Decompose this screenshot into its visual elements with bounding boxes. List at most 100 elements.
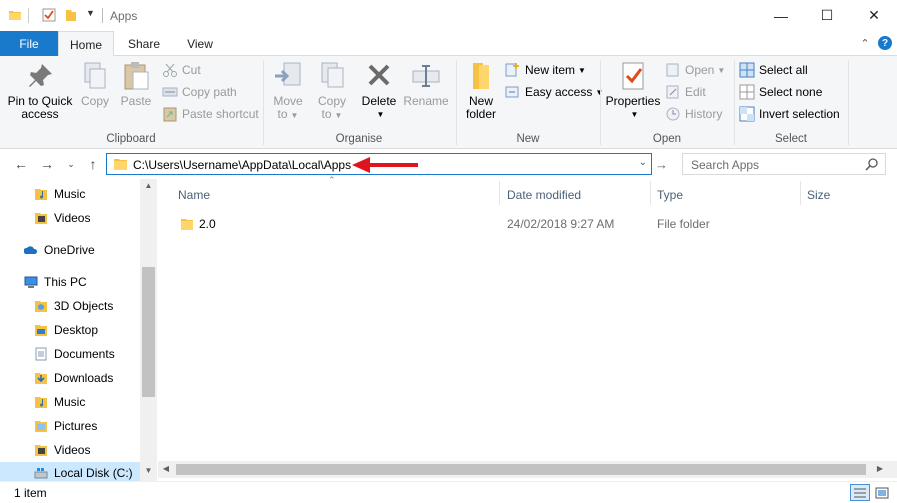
search-box[interactable]: Search Apps bbox=[682, 153, 886, 175]
new-item-button[interactable]: New item ▼ bbox=[505, 60, 586, 80]
delete-button[interactable]: Delete ▼ bbox=[358, 60, 400, 121]
copy-path-button[interactable]: Copy path bbox=[162, 82, 237, 102]
nav-item-label: Videos bbox=[54, 211, 91, 225]
open-icon bbox=[666, 63, 679, 77]
open-button[interactable]: Open ▼ bbox=[665, 60, 725, 80]
maximize-button[interactable]: ☐ bbox=[804, 0, 850, 31]
file-date-modified: 24/02/2018 9:27 AM bbox=[507, 217, 615, 231]
copy-to-label-2: to ▼ bbox=[321, 107, 343, 121]
nav-item-label: Documents bbox=[54, 347, 115, 361]
column-separator[interactable] bbox=[800, 181, 801, 205]
pin-to-quick-access-button[interactable]: Pin to Quick access bbox=[4, 60, 76, 121]
new-folder-button[interactable]: New folder bbox=[461, 60, 501, 121]
copy-path-label: Copy path bbox=[182, 85, 237, 99]
column-separator[interactable] bbox=[499, 181, 500, 205]
properties-button[interactable]: Properties ▼ bbox=[603, 60, 663, 121]
cut-button[interactable]: Cut bbox=[162, 60, 201, 80]
3d-objects-folder-icon bbox=[35, 301, 47, 312]
search-placeholder[interactable]: Search Apps bbox=[691, 158, 759, 172]
move-to-button[interactable]: Move to ▼ bbox=[268, 60, 308, 122]
search-icon[interactable] bbox=[865, 157, 879, 171]
scrollbar-thumb[interactable] bbox=[142, 267, 155, 397]
paste-button[interactable]: Paste bbox=[116, 60, 156, 108]
column-header-name[interactable]: Name bbox=[178, 184, 210, 206]
delete-dropdown-icon[interactable]: ▼ bbox=[377, 108, 385, 121]
invert-selection-button[interactable]: Invert selection bbox=[739, 104, 840, 124]
file-name: 2.0 bbox=[199, 217, 216, 231]
history-icon bbox=[666, 107, 680, 121]
nav-item-this-pc[interactable]: This PC bbox=[24, 271, 87, 293]
music-folder-icon bbox=[35, 189, 47, 200]
tab-view[interactable]: View bbox=[174, 31, 226, 56]
collapse-ribbon-icon[interactable]: ⌃ bbox=[858, 36, 872, 50]
edit-label: Edit bbox=[685, 85, 706, 99]
nav-item-downloads[interactable]: Downloads bbox=[34, 367, 113, 389]
horizontal-scrollbar[interactable]: ◀ ▶ bbox=[158, 461, 897, 478]
copy-to-button[interactable]: Copy to ▼ bbox=[312, 60, 352, 122]
close-button[interactable]: ✕ bbox=[851, 0, 897, 31]
minimize-button[interactable]: — bbox=[758, 0, 804, 31]
organise-group-label: Organise bbox=[335, 133, 383, 145]
recent-locations-chevron-icon[interactable]: ⌄ bbox=[64, 155, 78, 173]
help-icon[interactable]: ? bbox=[878, 36, 892, 50]
rename-button[interactable]: Rename bbox=[402, 60, 450, 108]
select-all-button[interactable]: Select all bbox=[739, 60, 808, 80]
rename-icon bbox=[412, 65, 440, 87]
tab-home[interactable]: Home bbox=[58, 31, 114, 57]
nav-item-3d-objects[interactable]: 3D Objects bbox=[34, 295, 113, 317]
scroll-left-arrow-icon[interactable]: ◀ bbox=[158, 464, 174, 473]
scroll-right-arrow-icon[interactable]: ▶ bbox=[872, 464, 888, 473]
nav-item-videos[interactable]: Videos bbox=[34, 207, 90, 229]
quick-access-separator bbox=[28, 8, 29, 23]
nav-item-pictures[interactable]: Pictures bbox=[34, 415, 97, 437]
select-none-button[interactable]: Select none bbox=[739, 82, 822, 102]
go-arrow-icon[interactable]: → bbox=[655, 157, 668, 172]
details-view-icon[interactable] bbox=[850, 484, 870, 501]
onedrive-icon bbox=[24, 246, 38, 254]
nav-item-music[interactable]: Music bbox=[34, 183, 85, 205]
address-row: ← → ⌄ ↑ C:\Users\Username\AppData\Local\… bbox=[0, 149, 897, 179]
large-icons-view-icon[interactable] bbox=[872, 484, 892, 501]
navigation-scrollbar[interactable]: ▲ ▼ bbox=[140, 179, 157, 481]
nav-item-music[interactable]: Music bbox=[34, 391, 85, 413]
nav-item-onedrive[interactable]: OneDrive bbox=[24, 239, 95, 261]
scroll-down-arrow-icon[interactable]: ▼ bbox=[140, 466, 157, 475]
back-arrow-icon[interactable]: ← bbox=[12, 155, 30, 173]
scroll-up-arrow-icon[interactable]: ▲ bbox=[140, 181, 157, 190]
properties-quick-icon[interactable] bbox=[42, 8, 56, 22]
videos-folder-icon bbox=[35, 213, 47, 224]
easy-access-label: Easy access bbox=[525, 85, 593, 99]
nav-item-label: Desktop bbox=[54, 323, 99, 337]
title-bar: ▼ Apps — ☐ ✕ bbox=[0, 0, 897, 31]
column-header-type[interactable]: Type bbox=[657, 184, 683, 206]
documents-folder-icon bbox=[35, 347, 47, 361]
ribbon-tabs: File Home Share View ⌃ ? bbox=[0, 31, 897, 57]
forward-arrow-icon[interactable]: → bbox=[38, 155, 56, 173]
nav-item-documents[interactable]: Documents bbox=[34, 343, 115, 365]
nav-item-label: Videos bbox=[54, 443, 91, 457]
tab-share[interactable]: Share bbox=[118, 31, 170, 56]
edit-button[interactable]: Edit bbox=[665, 82, 706, 102]
column-header-size[interactable]: Size bbox=[807, 184, 830, 206]
invert-selection-label: Invert selection bbox=[759, 107, 840, 121]
nav-item-desktop[interactable]: Desktop bbox=[34, 319, 98, 341]
folder-icon bbox=[9, 11, 21, 20]
up-arrow-icon[interactable]: ↑ bbox=[84, 155, 102, 173]
copy-button[interactable]: Copy bbox=[76, 60, 114, 108]
scrollbar-thumb[interactable] bbox=[176, 464, 866, 475]
address-path[interactable]: C:\Users\Username\AppData\Local\Apps bbox=[133, 158, 351, 172]
address-dropdown-icon[interactable]: ⌄ bbox=[639, 157, 647, 168]
new-folder-quick-icon[interactable] bbox=[64, 8, 78, 22]
column-separator[interactable] bbox=[650, 181, 651, 205]
item-count: 1 item bbox=[14, 486, 47, 500]
easy-access-button[interactable]: Easy access▼ bbox=[505, 82, 603, 102]
properties-dropdown-icon[interactable]: ▼ bbox=[631, 108, 639, 121]
tab-file[interactable]: File bbox=[0, 31, 58, 56]
column-header-date-modified[interactable]: Date modified bbox=[507, 184, 581, 206]
history-button[interactable]: History bbox=[665, 104, 722, 124]
customize-quick-access-dropdown[interactable]: ▼ bbox=[86, 8, 95, 18]
select-group-label: Select bbox=[775, 133, 807, 145]
nav-item-videos[interactable]: Videos bbox=[34, 439, 90, 461]
paste-shortcut-button[interactable]: Paste shortcut bbox=[162, 104, 259, 124]
table-row[interactable]: 2.0 24/02/2018 9:27 AM File folder bbox=[168, 213, 868, 235]
